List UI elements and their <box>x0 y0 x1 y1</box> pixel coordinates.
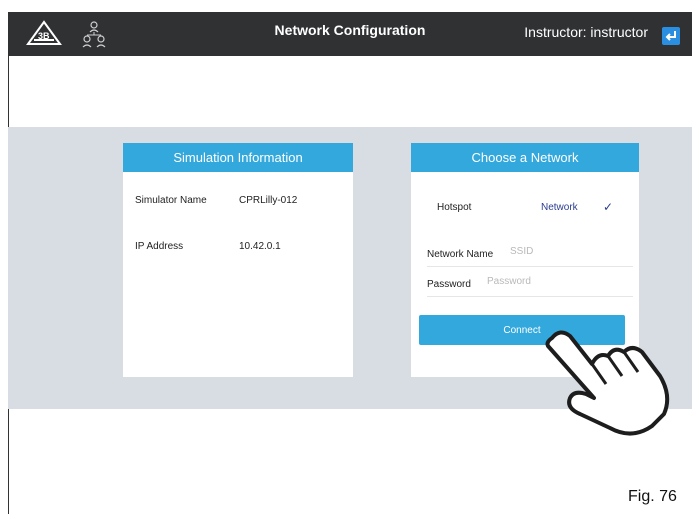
network-name-row: Network Name <box>427 241 633 267</box>
password-row: Password <box>427 271 633 297</box>
ip-address-label: IP Address <box>135 241 184 252</box>
top-bar: 3B Network Configuration Instructor: ins… <box>8 12 692 56</box>
choose-network-heading: Choose a Network <box>411 143 639 172</box>
page: 3B Network Configuration Instructor: ins… <box>0 0 692 514</box>
network-mode-selector: Hotspot Network ✓ <box>427 198 627 218</box>
network-option[interactable]: Network <box>541 202 578 213</box>
instructor-label[interactable]: Instructor: instructor <box>524 24 648 40</box>
simulation-info-heading: Simulation Information <box>123 143 353 172</box>
simulator-name-label: Simulator Name <box>135 195 207 206</box>
hotspot-option[interactable]: Hotspot <box>437 202 471 213</box>
password-input[interactable] <box>487 276 597 287</box>
network-name-label: Network Name <box>427 249 494 260</box>
ip-address-value: 10.42.0.1 <box>239 241 281 252</box>
simulation-info-card: Simulation Information Simulator Name CP… <box>123 143 353 377</box>
password-label: Password <box>427 279 471 290</box>
pointing-hand-icon <box>545 330 670 436</box>
simulator-name-value: CPRLilly-012 <box>239 195 298 206</box>
logout-icon[interactable] <box>662 27 680 45</box>
checkmark-icon: ✓ <box>603 200 614 214</box>
ssid-input[interactable] <box>510 246 620 257</box>
figure-label: Fig. 76 <box>628 488 677 505</box>
